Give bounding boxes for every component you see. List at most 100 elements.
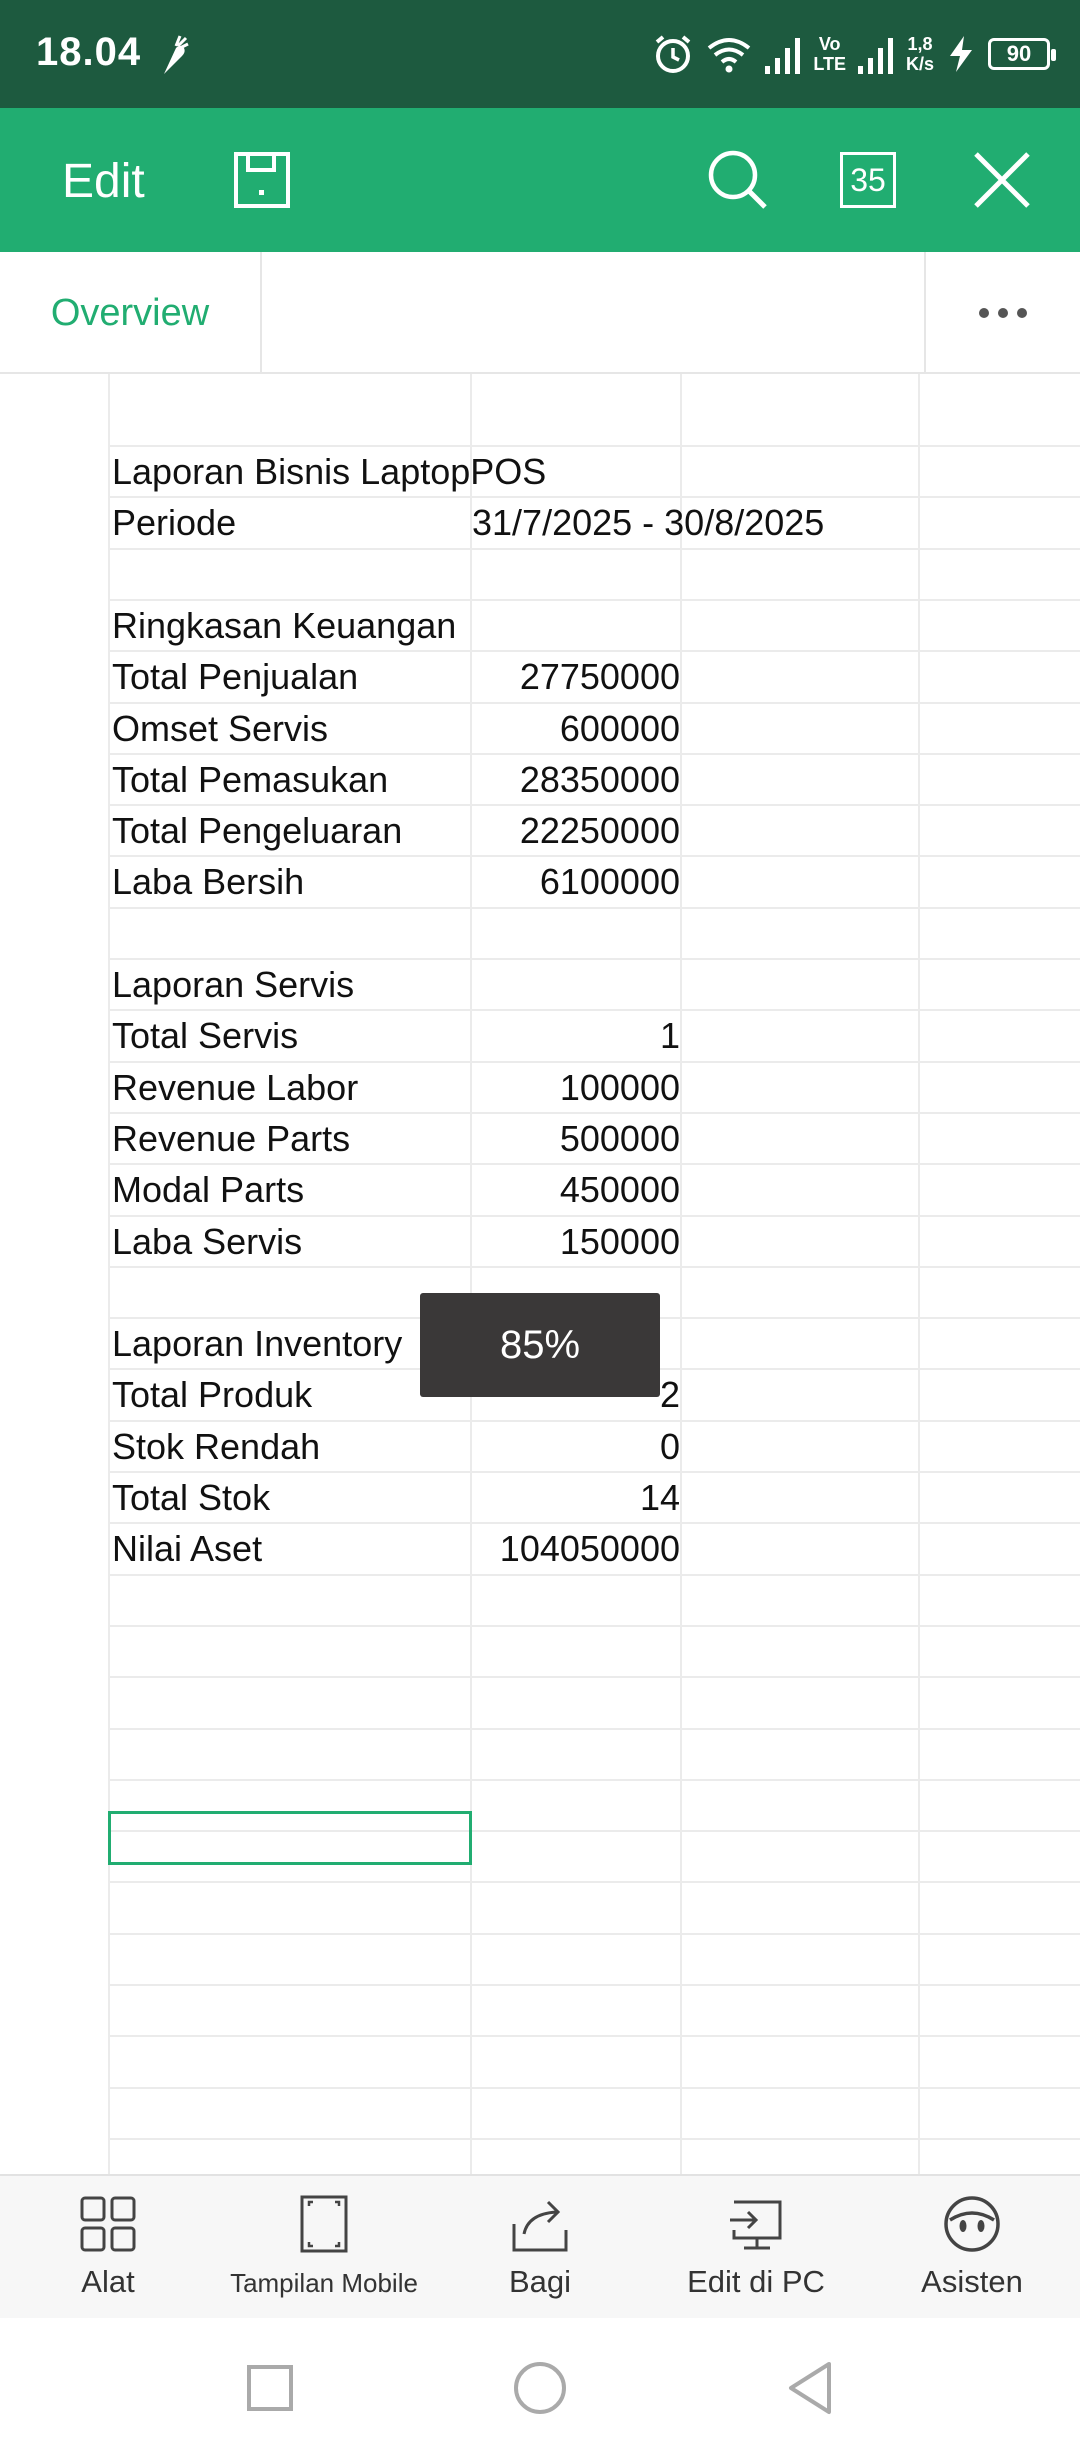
edit-on-pc-button[interactable]: Edit di PC — [648, 2192, 864, 2312]
cell-label[interactable]: Laba Servis — [112, 1216, 302, 1267]
tools-icon — [76, 2192, 140, 2256]
cell-value[interactable]: 0 — [470, 1421, 680, 1472]
sheet-row[interactable]: Total Pemasukan 28350000 — [0, 754, 1080, 805]
grid-row-line — [108, 1779, 1080, 1781]
cell-value[interactable]: 600000 — [470, 703, 680, 754]
cell-value[interactable]: 31/7/2025 - 30/8/2025 — [472, 497, 824, 548]
assistant-label: Asisten — [921, 2264, 1023, 2299]
recent-apps-icon[interactable] — [238, 2356, 302, 2420]
sheet-row[interactable]: Laporan Servis — [0, 959, 1080, 1010]
save-icon[interactable] — [230, 148, 294, 212]
sheet-row[interactable] — [0, 908, 1080, 959]
cell-label[interactable]: Stok Rendah — [112, 1421, 320, 1472]
app-toolbar: Edit 35 — [0, 108, 1080, 252]
sheet-row[interactable]: Laba Bersih 6100000 — [0, 856, 1080, 907]
grid-row-line — [108, 1625, 1080, 1627]
selected-cell[interactable] — [108, 1811, 472, 1865]
sheet-row[interactable]: Omset Servis 600000 — [0, 703, 1080, 754]
cell-label[interactable]: Modal Parts — [112, 1164, 304, 1215]
home-icon[interactable] — [508, 2356, 572, 2420]
cell-label[interactable]: Laporan Servis — [112, 959, 354, 1010]
assistant-icon — [940, 2192, 1004, 2256]
battery-indicator: 90 — [988, 38, 1056, 70]
cell-label[interactable]: Laba Bersih — [112, 856, 304, 907]
charging-icon — [950, 36, 972, 72]
cell-label[interactable]: Nilai Aset — [112, 1523, 262, 1574]
cell-label[interactable]: Total Pemasukan — [112, 754, 388, 805]
sheet-row[interactable]: Laporan Bisnis LaptopPOS — [0, 446, 1080, 497]
bottom-toolbar: Alat Tampilan Mobile Bagi Edit di PC Asi… — [0, 2174, 1080, 2318]
page-count: 35 — [840, 152, 896, 208]
cell-label[interactable]: Revenue Labor — [112, 1062, 358, 1113]
spreadsheet-grid[interactable]: Laporan Bisnis LaptopPOS Periode 31/7/2025… — [0, 374, 1080, 2174]
cell-label[interactable]: Total Servis — [112, 1010, 298, 1061]
mobile-view-button[interactable]: Tampilan Mobile — [216, 2192, 432, 2312]
carrot-icon — [164, 35, 189, 74]
sheet-row[interactable]: Periode 31/7/2025 - 30/8/2025 — [0, 497, 1080, 548]
cell-value[interactable]: 28350000 — [470, 754, 680, 805]
status-bar: 18.04 Vo LTE 1,8 K/s 90 — [0, 0, 1080, 108]
cell-label[interactable]: Omset Servis — [112, 703, 328, 754]
grid-row-line — [108, 1933, 1080, 1935]
page-count-button[interactable]: 35 — [838, 148, 898, 212]
sheet-row[interactable]: Modal Parts 450000 — [0, 1164, 1080, 1215]
signal-icon-2 — [857, 38, 893, 74]
cell-value[interactable]: 500000 — [470, 1113, 680, 1164]
more-options-icon[interactable] — [924, 252, 1080, 374]
grid-row-line — [108, 2138, 1080, 2140]
grid-row-line — [108, 1984, 1080, 1986]
sheet-row[interactable]: Laba Servis 150000 — [0, 1216, 1080, 1267]
cell-value[interactable]: 22250000 — [470, 805, 680, 856]
sheet-row[interactable]: Revenue Labor 100000 — [0, 1062, 1080, 1113]
grid-row-line — [108, 1676, 1080, 1678]
sheet-row[interactable]: Ringkasan Keuangan — [0, 600, 1080, 651]
cell-label[interactable]: Laporan Inventory — [112, 1318, 402, 1369]
cell-label[interactable]: Total Stok — [112, 1472, 270, 1523]
cell-value[interactable]: 450000 — [470, 1164, 680, 1215]
cell-value[interactable]: 6100000 — [470, 856, 680, 907]
cell-label[interactable]: Ringkasan Keuangan — [112, 600, 456, 651]
tools-button[interactable]: Alat — [0, 2192, 216, 2312]
edit-on-pc-label: Edit di PC — [687, 2264, 825, 2299]
cell-value[interactable]: 1 — [470, 1010, 680, 1061]
cell-label[interactable]: Periode — [112, 497, 236, 548]
sheet-row[interactable]: Total Penjualan 27750000 — [0, 651, 1080, 702]
sheet-row[interactable]: Total Pengeluaran 22250000 — [0, 805, 1080, 856]
grid-row-line — [108, 1728, 1080, 1730]
sheet-row[interactable]: Stok Rendah 0 — [0, 1421, 1080, 1472]
cell-value[interactable]: 14 — [470, 1472, 680, 1523]
back-icon[interactable] — [778, 2356, 842, 2420]
search-icon[interactable] — [706, 148, 770, 212]
cell-value[interactable]: 150000 — [470, 1216, 680, 1267]
cell-label[interactable]: Total Pengeluaran — [112, 805, 402, 856]
monitor-icon — [724, 2192, 788, 2256]
sheet-row[interactable]: Revenue Parts 500000 — [0, 1113, 1080, 1164]
cell-label[interactable]: Total Penjualan — [112, 651, 358, 702]
grid-row-line — [108, 2087, 1080, 2089]
cell-label[interactable]: Laporan Bisnis LaptopPOS — [112, 446, 546, 497]
zoom-level-toast: 85% — [420, 1293, 660, 1397]
system-nav-bar — [0, 2318, 1080, 2460]
sheet-row[interactable] — [0, 549, 1080, 600]
share-button[interactable]: Bagi — [432, 2192, 648, 2312]
edit-button[interactable]: Edit — [62, 154, 145, 209]
cell-value[interactable]: 100000 — [470, 1062, 680, 1113]
cell-value[interactable]: 27750000 — [470, 651, 680, 702]
mobile-view-label: Tampilan Mobile — [230, 2268, 418, 2298]
wifi-icon — [708, 38, 751, 73]
cell-value[interactable]: 104050000 — [470, 1523, 680, 1574]
status-time: 18.04 — [36, 30, 142, 74]
cell-label[interactable]: Total Produk — [112, 1369, 312, 1420]
volte-indicator: Vo LTE — [813, 34, 846, 74]
cell-label[interactable]: Revenue Parts — [112, 1113, 350, 1164]
assistant-button[interactable]: Asisten — [864, 2192, 1080, 2312]
sheet-row[interactable]: Nilai Aset 104050000 — [0, 1523, 1080, 1574]
sheet-row[interactable]: Total Servis 1 — [0, 1010, 1080, 1061]
sheet-row[interactable]: Total Stok 14 — [0, 1472, 1080, 1523]
close-icon[interactable] — [970, 148, 1034, 212]
mobile-view-icon — [292, 2192, 356, 2256]
sheet-tab-bar: Overview — [0, 252, 1080, 374]
tab-overview[interactable]: Overview — [0, 252, 262, 374]
share-label: Bagi — [508, 2264, 572, 2299]
status-icons: Vo LTE 1,8 K/s 90 — [651, 28, 1056, 80]
